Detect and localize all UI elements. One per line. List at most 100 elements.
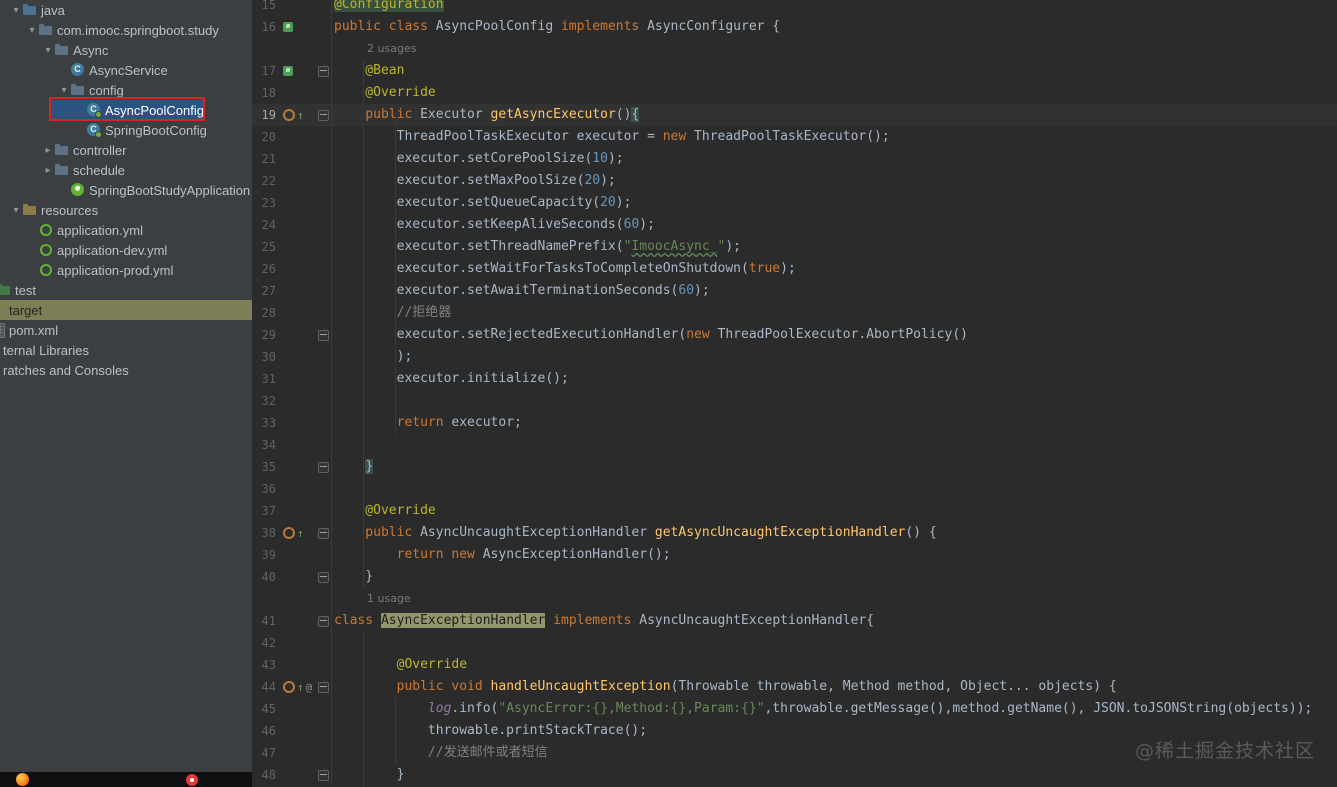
tree-item-com-imooc-springboot-study[interactable]: ▾ com.imooc.springboot.study bbox=[0, 20, 252, 40]
chevron-expanded-icon[interactable]: ▾ bbox=[58, 85, 70, 96]
override-method-icon[interactable] bbox=[283, 527, 295, 539]
code-line-37[interactable]: 37 @Override bbox=[252, 500, 1337, 522]
code-line-25[interactable]: 25 executor.setThreadNamePrefix("ImoocAs… bbox=[252, 236, 1337, 258]
gutter-icons bbox=[278, 214, 316, 236]
tree-item-springbootconfig[interactable]: SpringBootConfig bbox=[0, 120, 252, 140]
code-line-29[interactable]: 29 executor.setRejectedExecutionHandler(… bbox=[252, 324, 1337, 346]
code-line-45[interactable]: 45 log.info("AsyncError:{},Method:{},Par… bbox=[252, 698, 1337, 720]
fold-marker-start[interactable] bbox=[318, 527, 329, 539]
usages-hint[interactable]: 2 usages bbox=[334, 42, 416, 55]
watermark: @稀土掘金技术社区 bbox=[1134, 740, 1315, 762]
fold-column bbox=[316, 16, 332, 38]
code-line-24[interactable]: 24 executor.setKeepAliveSeconds(60); bbox=[252, 214, 1337, 236]
override-method-icon[interactable] bbox=[283, 681, 295, 693]
fold-marker-end[interactable] bbox=[318, 769, 329, 781]
code-line-28[interactable]: 28 //拒绝器 bbox=[252, 302, 1337, 324]
chevron-expanded-icon[interactable]: ▾ bbox=[10, 205, 22, 216]
fold-column bbox=[316, 192, 332, 214]
fold-marker-end[interactable] bbox=[318, 461, 329, 473]
code-line-38[interactable]: 38 ↑ public AsyncUncaughtExceptionHandler… bbox=[252, 522, 1337, 544]
tree-item-application-dev-yml[interactable]: application-dev.yml bbox=[0, 240, 252, 260]
implements-arrow-icon[interactable]: ↑ bbox=[297, 110, 304, 121]
fold-marker-start[interactable] bbox=[318, 65, 329, 77]
override-method-icon[interactable] bbox=[283, 109, 295, 121]
gutter-icons bbox=[278, 698, 316, 720]
usages-hint[interactable]: 1 usage bbox=[334, 592, 411, 605]
tree-item-springbootstudyapplication[interactable]: SpringBootStudyApplication bbox=[0, 180, 252, 200]
spring-bean-icon[interactable] bbox=[283, 66, 293, 76]
usages-inlay-row: 2 usages bbox=[252, 38, 1337, 60]
fold-column bbox=[316, 236, 332, 258]
code-line-40[interactable]: 40 } bbox=[252, 566, 1337, 588]
fold-marker-start[interactable] bbox=[318, 681, 329, 693]
fold-column bbox=[316, 104, 332, 126]
code-line-17[interactable]: 17 @Bean bbox=[252, 60, 1337, 82]
tree-item-ratches-and-consoles[interactable]: ratches and Consoles bbox=[0, 360, 252, 380]
spring-bean-icon[interactable] bbox=[283, 22, 293, 32]
annotation-gutter-icon[interactable]: @ bbox=[306, 682, 313, 693]
code-line-16[interactable]: 16 public class AsyncPoolConfig implement… bbox=[252, 16, 1337, 38]
fold-marker-start[interactable] bbox=[318, 109, 329, 121]
code-line-26[interactable]: 26 executor.setWaitForTasksToCompleteOnS… bbox=[252, 258, 1337, 280]
code-line-43[interactable]: 43 @Override bbox=[252, 654, 1337, 676]
tree-item-asyncservice[interactable]: AsyncService bbox=[0, 60, 252, 80]
code-text: public void handleUncaughtException(Thro… bbox=[334, 679, 1117, 694]
browser-icon[interactable] bbox=[16, 773, 29, 786]
code-line-30[interactable]: 30 ); bbox=[252, 346, 1337, 368]
fold-column bbox=[316, 126, 332, 148]
code-line-44[interactable]: 44 ↑ @ public void handleUncaughtException… bbox=[252, 676, 1337, 698]
code-line-27[interactable]: 27 executor.setAwaitTerminationSeconds(6… bbox=[252, 280, 1337, 302]
code-editor: 15 @Configuration 16 public class AsyncPool… bbox=[252, 0, 1337, 787]
code-line-32[interactable]: 32 bbox=[252, 390, 1337, 412]
code-line-39[interactable]: 39 return new AsyncExceptionHandler(); bbox=[252, 544, 1337, 566]
code-line-42[interactable]: 42 bbox=[252, 632, 1337, 654]
gutter-icons: ↑ bbox=[278, 522, 316, 544]
code-line-19[interactable]: 19 ↑ public Executor getAsyncExecutor(){ bbox=[252, 104, 1337, 126]
code-line-41[interactable]: 41 class AsyncExceptionHandler implements… bbox=[252, 610, 1337, 632]
code-line-15[interactable]: 15 @Configuration bbox=[252, 0, 1337, 16]
code-line-48[interactable]: 48 } bbox=[252, 764, 1337, 786]
tree-item-label: controller bbox=[73, 142, 127, 158]
chevron-collapsed-icon[interactable]: ▸ bbox=[42, 165, 54, 176]
code-line-20[interactable]: 20 ThreadPoolTaskExecutor executor = new… bbox=[252, 126, 1337, 148]
tree-item-application-yml[interactable]: application.yml bbox=[0, 220, 252, 240]
tree-item-ternal-libraries[interactable]: ternal Libraries bbox=[0, 340, 252, 360]
line-number: 17 bbox=[261, 64, 276, 78]
code-line-22[interactable]: 22 executor.setMaxPoolSize(20); bbox=[252, 170, 1337, 192]
code-text: executor.setThreadNamePrefix("ImoocAsync… bbox=[334, 239, 741, 254]
tree-item-controller[interactable]: ▸ controller bbox=[0, 140, 252, 160]
tree-item-application-prod-yml[interactable]: application-prod.yml bbox=[0, 260, 252, 280]
fold-marker-end[interactable] bbox=[318, 571, 329, 583]
chevron-expanded-icon[interactable]: ▾ bbox=[10, 5, 22, 16]
fold-marker-start[interactable] bbox=[318, 329, 329, 341]
line-number: 43 bbox=[261, 658, 276, 672]
code-line-21[interactable]: 21 executor.setCorePoolSize(10); bbox=[252, 148, 1337, 170]
code-line-23[interactable]: 23 executor.setQueueCapacity(20); bbox=[252, 192, 1337, 214]
line-number: 22 bbox=[261, 174, 276, 188]
line-number: 40 bbox=[261, 570, 276, 584]
chevron-collapsed-icon[interactable]: ▸ bbox=[42, 145, 54, 156]
code-line-33[interactable]: 33 return executor; bbox=[252, 412, 1337, 434]
tree-item-label: ternal Libraries bbox=[3, 342, 89, 358]
chevron-expanded-icon[interactable]: ▾ bbox=[26, 25, 38, 36]
tree-item-async[interactable]: ▾ Async bbox=[0, 40, 252, 60]
code-line-36[interactable]: 36 bbox=[252, 478, 1337, 500]
code-line-34[interactable]: 34 bbox=[252, 434, 1337, 456]
tree-item-resources[interactable]: ▾ resources bbox=[0, 200, 252, 220]
tree-item-test[interactable]: test bbox=[0, 280, 252, 300]
gutter-icons bbox=[278, 302, 316, 324]
tree-item-target[interactable]: target bbox=[0, 300, 252, 320]
tree-item-pom-xml[interactable]: pom.xml bbox=[0, 320, 252, 340]
tree-item-schedule[interactable]: ▸ schedule bbox=[0, 160, 252, 180]
implements-arrow-icon[interactable]: ↑ bbox=[297, 528, 304, 539]
chevron-expanded-icon[interactable]: ▾ bbox=[42, 45, 54, 56]
code-line-31[interactable]: 31 executor.initialize(); bbox=[252, 368, 1337, 390]
fold-marker-start[interactable] bbox=[318, 615, 329, 627]
tree-item-java[interactable]: ▾ java bbox=[0, 0, 252, 20]
code-text: } bbox=[334, 569, 374, 584]
code-line-18[interactable]: 18 @Override bbox=[252, 82, 1337, 104]
code-line-35[interactable]: 35 } bbox=[252, 456, 1337, 478]
music-app-icon[interactable] bbox=[186, 774, 198, 786]
implements-arrow-icon[interactable]: ↑ bbox=[297, 682, 304, 693]
gutter-icons bbox=[278, 544, 316, 566]
